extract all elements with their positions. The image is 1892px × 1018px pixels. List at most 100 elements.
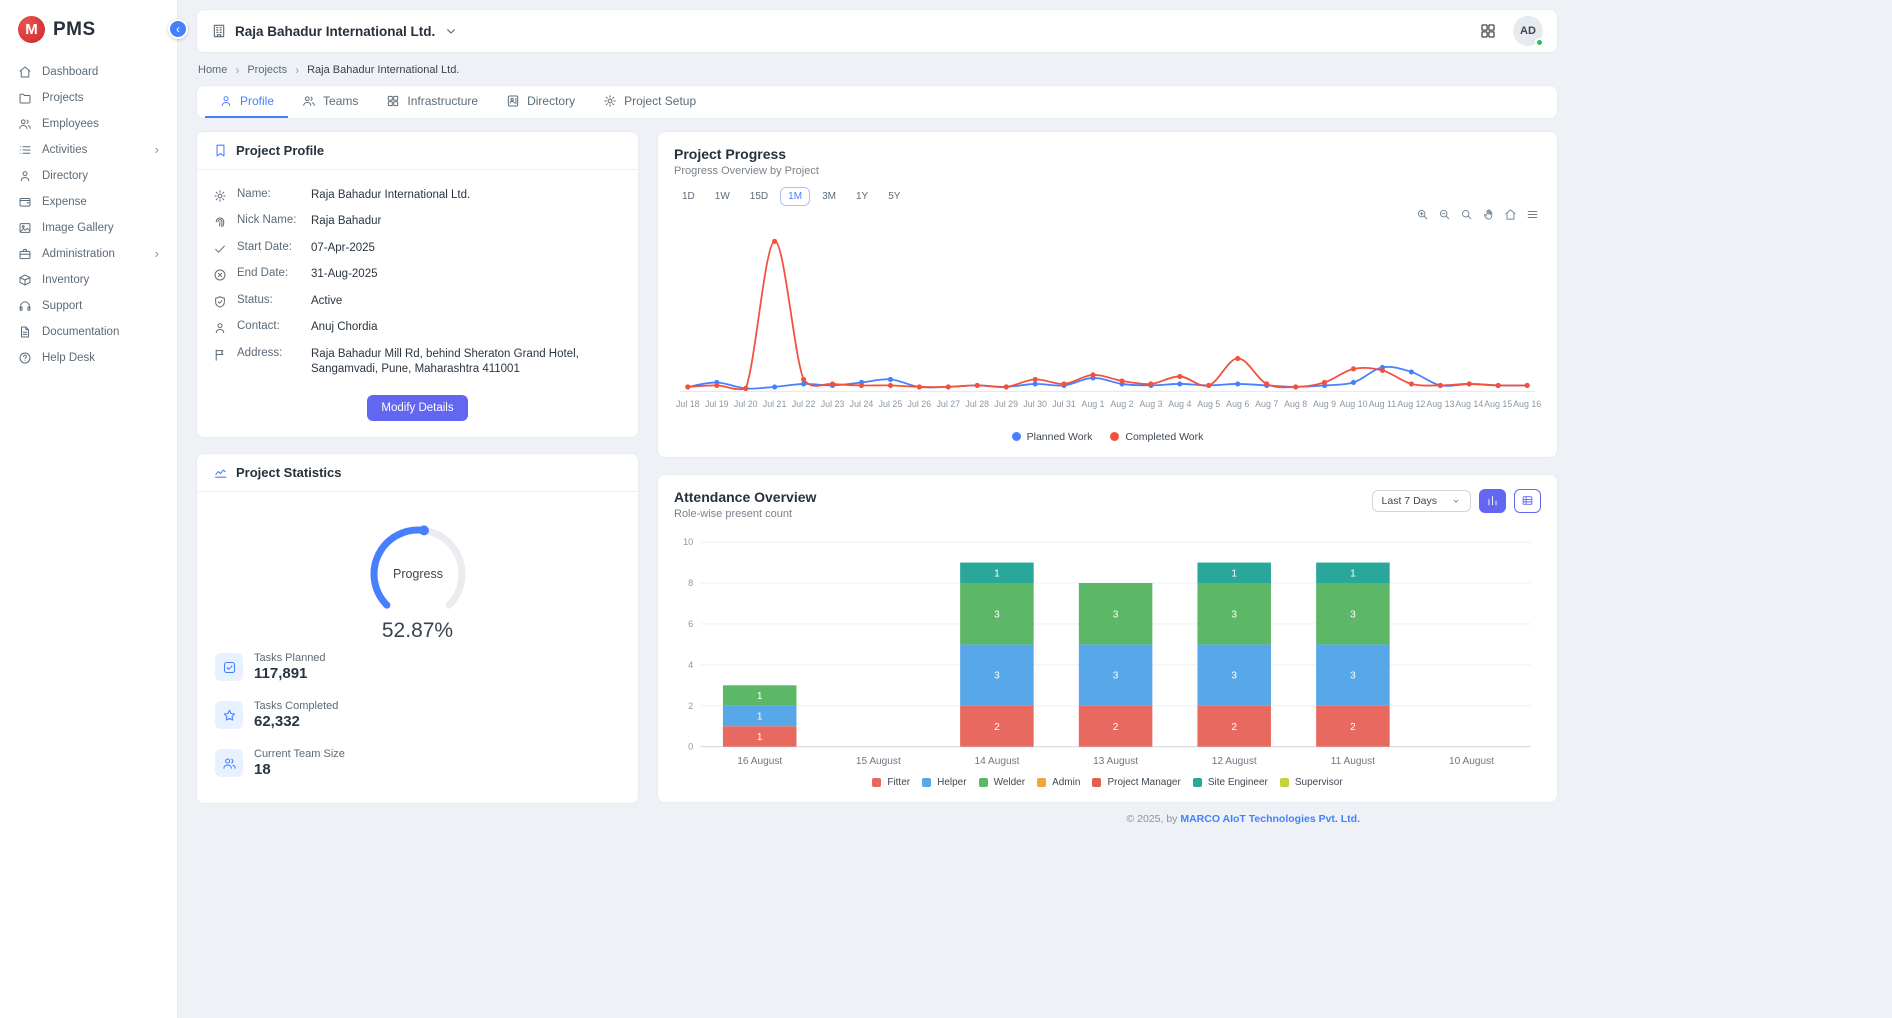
range-button-15d[interactable]: 15D (742, 187, 776, 206)
legend-marker (1012, 432, 1021, 441)
attendance-bar-chart[interactable]: 024681016 August11115 August14 August233… (674, 534, 1541, 775)
range-button-1d[interactable]: 1D (674, 187, 703, 206)
tab-teams[interactable]: Teams (288, 86, 372, 118)
briefcase-icon (18, 247, 32, 261)
chart-toolbar (1416, 208, 1539, 221)
users-icon (18, 117, 32, 131)
svg-text:Aug 10: Aug 10 (1339, 399, 1367, 409)
sidebar-item-activities[interactable]: Activities› (0, 137, 177, 163)
legend-welder[interactable]: Welder (979, 777, 1026, 788)
legend-marker (922, 778, 931, 787)
tab-infrastructure[interactable]: Infrastructure (372, 86, 492, 118)
toolbar-zoom-out-button[interactable] (1438, 208, 1451, 221)
profile-field-end-date: End Date:31-Aug-2025 (213, 262, 622, 289)
field-label: Status: (237, 294, 303, 306)
svg-text:Aug 13: Aug 13 (1426, 399, 1454, 409)
toolbar-zoom-in-button[interactable] (1416, 208, 1429, 221)
project-profile-title: Project Profile (236, 143, 324, 158)
svg-text:Aug 14: Aug 14 (1455, 399, 1483, 409)
legend-helper[interactable]: Helper (922, 777, 966, 788)
sidebar-item-directory[interactable]: Directory (0, 163, 177, 189)
field-label: Name: (237, 188, 303, 200)
range-button-1m[interactable]: 1M (780, 187, 810, 206)
legend-supervisor[interactable]: Supervisor (1280, 777, 1343, 788)
svg-text:1: 1 (994, 568, 1000, 579)
app-root: M PMS DashboardProjectsEmployeesActiviti… (0, 0, 1892, 1018)
breadcrumb-item-projects[interactable]: Projects (247, 64, 287, 76)
chevron-down-icon (1451, 496, 1461, 506)
progress-line-chart[interactable]: Jul 18Jul 19Jul 20Jul 21Jul 22Jul 23Jul … (674, 220, 1541, 429)
sidebar-item-image-gallery[interactable]: Image Gallery (0, 215, 177, 241)
toolbar-menu-button[interactable] (1526, 208, 1539, 221)
stat-value: 62,332 (254, 713, 338, 730)
sidebar-item-dashboard[interactable]: Dashboard (0, 59, 177, 85)
toolbar-pan-button[interactable] (1482, 208, 1495, 221)
sidebar-item-label: Activities (42, 144, 87, 157)
sidebar-item-administration[interactable]: Administration› (0, 241, 177, 267)
header-actions: AD (1479, 16, 1543, 46)
legend-label: Welder (994, 777, 1026, 788)
project-statistics-card: Project Statistics Progress 52.87% Tasks… (196, 453, 639, 804)
toolbar-home-button[interactable] (1504, 208, 1517, 221)
range-button-5y[interactable]: 5Y (880, 187, 908, 206)
legend-project-manager[interactable]: Project Manager (1092, 777, 1180, 788)
range-button-1w[interactable]: 1W (707, 187, 738, 206)
project-progress-card: Project Progress Progress Overview by Pr… (657, 131, 1558, 458)
sidebar-item-support[interactable]: Support (0, 293, 177, 319)
sidebar-collapse-button[interactable]: ‹ (168, 19, 188, 39)
sidebar-item-employees[interactable]: Employees (0, 111, 177, 137)
progress-gauge-arc: Progress (343, 512, 493, 635)
breadcrumb-item-home[interactable]: Home (198, 64, 227, 76)
sidebar-item-documentation[interactable]: Documentation (0, 319, 177, 345)
svg-text:3: 3 (994, 670, 1000, 681)
legend-marker (1110, 432, 1119, 441)
help-icon (18, 351, 32, 365)
svg-text:Aug 8: Aug 8 (1284, 399, 1307, 409)
legend-label: Fitter (887, 777, 910, 788)
attendance-range-select[interactable]: Last 7 Days (1372, 490, 1471, 512)
sidebar-item-expense[interactable]: Expense (0, 189, 177, 215)
attendance-controls: Last 7 Days (1372, 489, 1541, 513)
svg-text:13 August: 13 August (1093, 756, 1138, 767)
tab-project-setup[interactable]: Project Setup (589, 86, 710, 118)
legend-marker (1037, 778, 1046, 787)
profile-field-name: Name:Raja Bahadur International Ltd. (213, 182, 622, 209)
svg-text:2: 2 (688, 701, 693, 711)
legend-admin[interactable]: Admin (1037, 777, 1080, 788)
app-logo[interactable]: M PMS (0, 10, 177, 59)
stat-label: Current Team Size (254, 748, 345, 760)
toolbar-zoom-button[interactable] (1460, 208, 1473, 221)
legend-site-engineer[interactable]: Site Engineer (1193, 777, 1268, 788)
svg-text:Aug 16: Aug 16 (1513, 399, 1541, 409)
svg-text:3: 3 (994, 609, 1000, 620)
range-button-3m[interactable]: 3M (814, 187, 844, 206)
range-button-1y[interactable]: 1Y (848, 187, 876, 206)
tab-profile[interactable]: Profile (205, 86, 288, 118)
legend-completed-work[interactable]: Completed Work (1110, 431, 1203, 443)
tab-bar: ProfileTeamsInfrastructureDirectoryProje… (196, 85, 1558, 119)
svg-text:2: 2 (1113, 722, 1119, 733)
sidebar-item-help-desk[interactable]: Help Desk (0, 345, 177, 371)
legend-fitter[interactable]: Fitter (872, 777, 910, 788)
zoom-in-icon (1416, 208, 1429, 221)
field-value: 07-Apr-2025 (311, 241, 622, 257)
legend-planned-work[interactable]: Planned Work (1012, 431, 1093, 443)
right-column: Project Progress Progress Overview by Pr… (657, 131, 1558, 803)
avatar[interactable]: AD (1513, 16, 1543, 46)
apps-grid-icon[interactable] (1479, 22, 1497, 40)
bar-view-button[interactable] (1479, 489, 1506, 513)
svg-text:6: 6 (688, 619, 693, 629)
svg-text:3: 3 (1113, 670, 1119, 681)
footer-company-link[interactable]: MARCO AIoT Technologies Pvt. Ltd. (1180, 813, 1360, 825)
users-icon (302, 94, 316, 108)
sidebar-item-projects[interactable]: Projects (0, 85, 177, 111)
stat-label: Tasks Completed (254, 700, 338, 712)
tab-directory[interactable]: Directory (492, 86, 589, 118)
svg-text:Jul 24: Jul 24 (850, 399, 874, 409)
project-statistics-header: Project Statistics (197, 454, 638, 492)
table-view-button[interactable] (1514, 489, 1541, 513)
company-selector[interactable]: Raja Bahadur International Ltd. (211, 23, 459, 39)
chevron-right-icon: › (155, 249, 159, 259)
modify-details-button[interactable]: Modify Details (367, 395, 467, 421)
sidebar-item-inventory[interactable]: Inventory (0, 267, 177, 293)
